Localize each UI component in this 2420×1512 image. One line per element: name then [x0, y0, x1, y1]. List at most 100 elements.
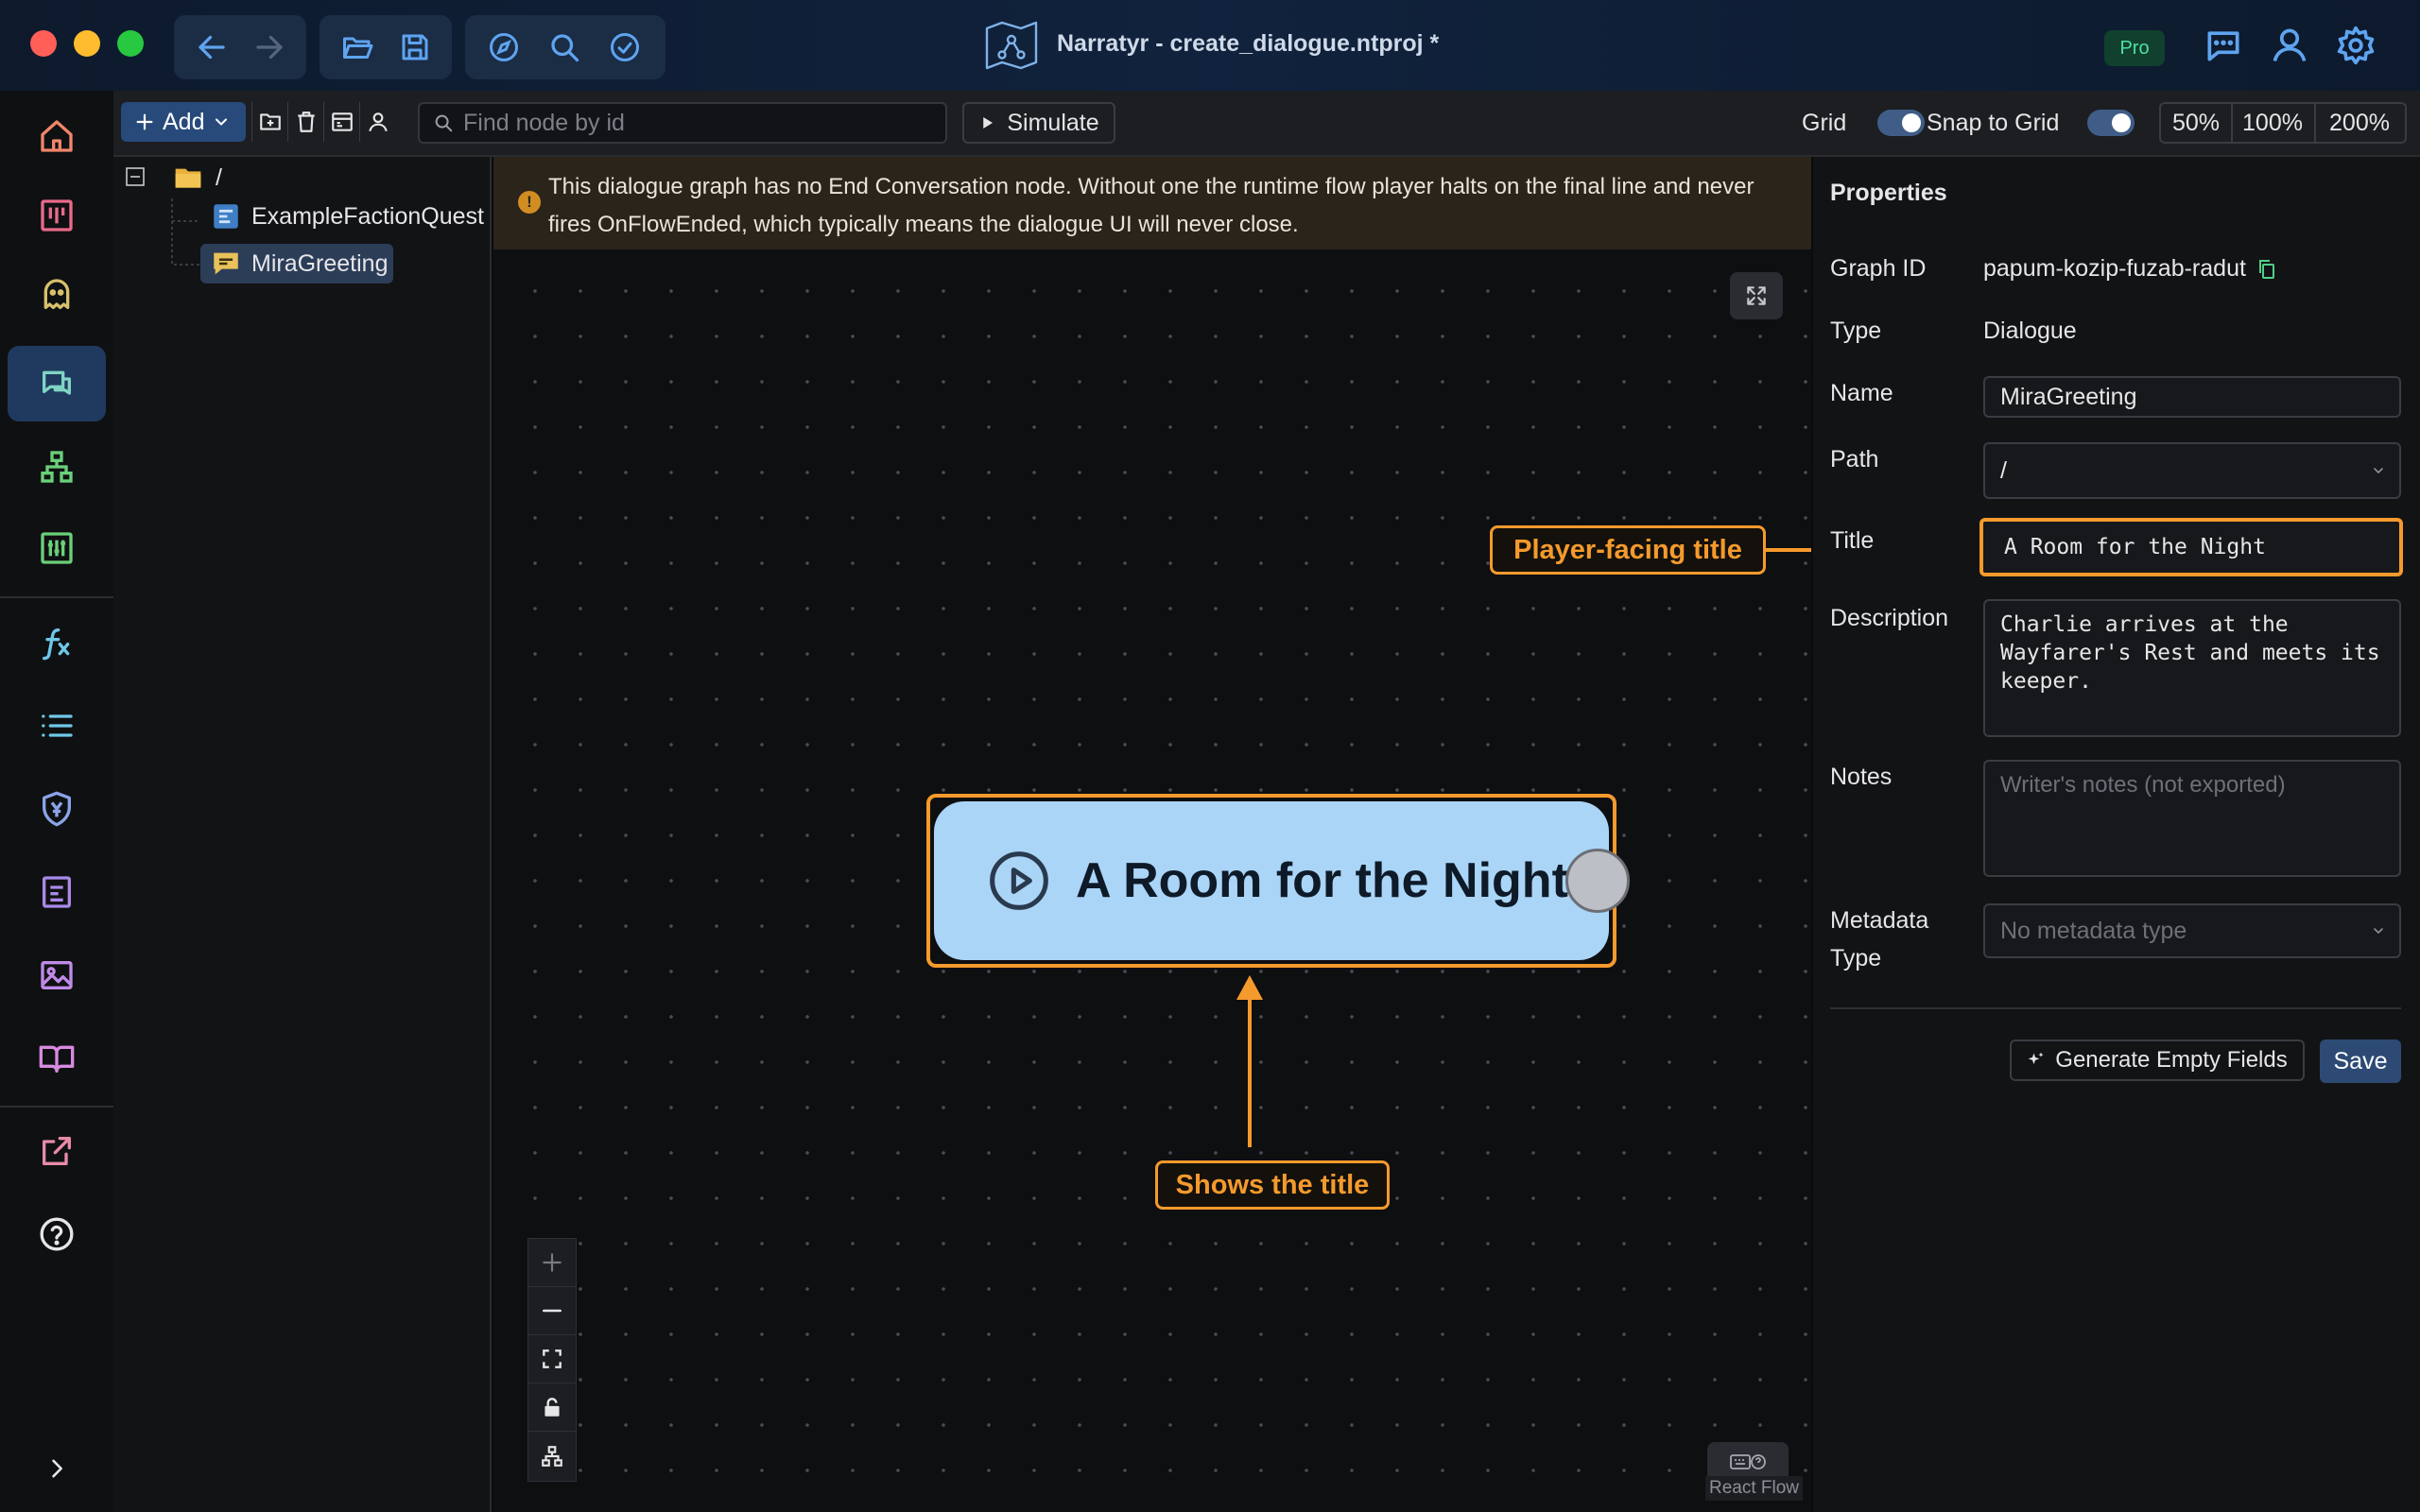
name-field[interactable]: MiraGreeting: [1983, 376, 2401, 418]
list-icon: [42, 714, 73, 737]
fit-view-icon: [543, 1349, 562, 1368]
simulate-button[interactable]: Simulate: [962, 102, 1115, 144]
external-link-icon: [43, 1137, 72, 1165]
sidebar-item-functions[interactable]: [8, 605, 106, 680]
type-value: Dialogue: [1983, 318, 2077, 344]
chevron-right-icon: [52, 1459, 62, 1478]
validate-button[interactable]: [597, 20, 652, 75]
forward-button[interactable]: [243, 20, 295, 75]
save-button[interactable]: Save: [2320, 1040, 2401, 1083]
save-project-button[interactable]: [389, 20, 441, 75]
sidebar-item-help[interactable]: [8, 1196, 106, 1272]
zoom-200-button[interactable]: 200%: [2314, 102, 2407, 144]
generate-empty-fields-button[interactable]: Generate Empty Fields: [2010, 1040, 2305, 1081]
callout-shows-the-title: Shows the title: [1155, 1160, 1390, 1210]
callout-arrow-up: [1236, 975, 1263, 1147]
properties-panel: Properties Graph ID papum-kozip-fuzab-ra…: [1813, 157, 2420, 1512]
sidebar-item-board[interactable]: [8, 178, 106, 253]
search-icon: [551, 34, 579, 62]
delete-button[interactable]: [287, 102, 323, 142]
assign-character-button[interactable]: [359, 102, 395, 142]
react-flow-attribution[interactable]: React Flow: [1705, 1476, 1804, 1501]
sidebar-item-flows[interactable]: [8, 429, 106, 505]
arrow-right-icon: [255, 35, 283, 60]
sidebar-item-templates[interactable]: [8, 854, 106, 930]
add-button[interactable]: Add: [121, 102, 246, 142]
play-circle-icon: [990, 851, 1048, 910]
help-icon: [40, 1217, 74, 1251]
archive-button[interactable]: [323, 102, 359, 142]
new-folder-button[interactable]: [251, 102, 287, 142]
graph-toolbar: Add Find node by id Simulate Grid Snap t…: [113, 91, 2420, 157]
callout-player-facing-title: Player-facing title: [1490, 525, 1766, 575]
path-select[interactable]: /: [1983, 442, 2401, 499]
sidebar-expand-button[interactable]: [8, 1431, 106, 1506]
user-icon[interactable]: [2269, 25, 2310, 66]
graph-id-label: Graph ID: [1830, 255, 1927, 282]
zoom-50-button[interactable]: 50%: [2159, 102, 2233, 144]
graph-id-value: papum-kozip-fuzab-radut: [1983, 255, 2246, 282]
chat-icon[interactable]: [2203, 25, 2244, 66]
pro-badge[interactable]: Pro: [2104, 30, 2165, 66]
sidebar-item-characters[interactable]: [8, 257, 106, 333]
sidebar-item-dialogues[interactable]: [8, 346, 106, 421]
close-window-button[interactable]: [30, 30, 57, 57]
add-button-label: Add: [163, 108, 205, 135]
node-output-handle[interactable]: [1565, 849, 1630, 913]
history-group: [174, 15, 306, 79]
copy-icon[interactable]: [2256, 257, 2278, 282]
fit-view-button[interactable]: [528, 1335, 576, 1383]
tree-root-label: /: [216, 163, 222, 191]
tree-item-miragreeting[interactable]: MiraGreeting: [210, 248, 389, 280]
node-search-input[interactable]: Find node by id: [418, 102, 947, 144]
start-dialogue-node[interactable]: A Room for the Night: [934, 801, 1609, 960]
zoom-window-button[interactable]: [117, 30, 144, 57]
gear-icon[interactable]: [2335, 25, 2377, 66]
explore-button[interactable]: [476, 20, 531, 75]
canvas-controls: [527, 1238, 577, 1482]
tree-root[interactable]: /: [170, 163, 222, 193]
description-field[interactable]: Charlie arrives at the Wayfarer's Rest a…: [1983, 599, 2401, 737]
dialogue-bubbles-icon: [43, 370, 72, 395]
metadata-type-select[interactable]: No metadata type: [1983, 903, 2401, 958]
minimize-window-button[interactable]: [74, 30, 100, 57]
zoom-in-button[interactable]: [528, 1239, 576, 1287]
archive-icon: [331, 112, 353, 131]
collapse-icon[interactable]: [125, 166, 146, 187]
sidebar-item-variables[interactable]: [8, 510, 106, 586]
open-project-button[interactable]: [331, 20, 383, 75]
play-icon: [983, 117, 994, 129]
callout-arrow-right: [1766, 548, 1811, 552]
zoom-out-button[interactable]: [528, 1287, 576, 1335]
arrow-left-icon: [198, 35, 225, 60]
zoom-100-button[interactable]: 100%: [2231, 102, 2316, 144]
sparkle-icon: [2028, 1052, 2044, 1065]
hierarchy-icon: [41, 451, 73, 483]
title-field[interactable]: A Room for the Night: [1979, 518, 2403, 576]
sidebar-item-assets[interactable]: [8, 937, 106, 1013]
grid-toggle[interactable]: [1877, 110, 1925, 136]
description-label: Description: [1830, 605, 1949, 631]
snap-to-grid-toggle[interactable]: [2087, 110, 2135, 136]
notes-field[interactable]: Writer's notes (not exported): [1983, 760, 2401, 877]
tree-item-examplefactionquest[interactable]: ExampleFactionQuest: [210, 200, 484, 232]
sidebar-item-economy[interactable]: [8, 771, 106, 847]
search-button[interactable]: [537, 20, 592, 75]
sidebar-item-lists[interactable]: [8, 688, 106, 764]
auto-layout-button[interactable]: [528, 1432, 576, 1480]
sidebar-item-home[interactable]: [8, 98, 106, 174]
file-group: [320, 15, 452, 79]
lock-button[interactable]: [528, 1383, 576, 1432]
graph-canvas[interactable]: ! This dialogue graph has no End Convers…: [493, 157, 1811, 1512]
sidebar-item-export[interactable]: [8, 1113, 106, 1189]
trash-icon: [297, 112, 315, 132]
sidebar-item-codex[interactable]: [8, 1021, 106, 1096]
plus-icon: [543, 1253, 562, 1272]
tree-item-label: MiraGreeting: [251, 249, 389, 277]
minus-icon: [543, 1309, 562, 1313]
fullscreen-button[interactable]: [1730, 272, 1783, 319]
path-label: Path: [1830, 446, 1879, 472]
chevron-down-icon: [2374, 928, 2383, 934]
back-button[interactable]: [185, 20, 237, 75]
graph-id-row: papum-kozip-fuzab-radut: [1983, 255, 2278, 283]
